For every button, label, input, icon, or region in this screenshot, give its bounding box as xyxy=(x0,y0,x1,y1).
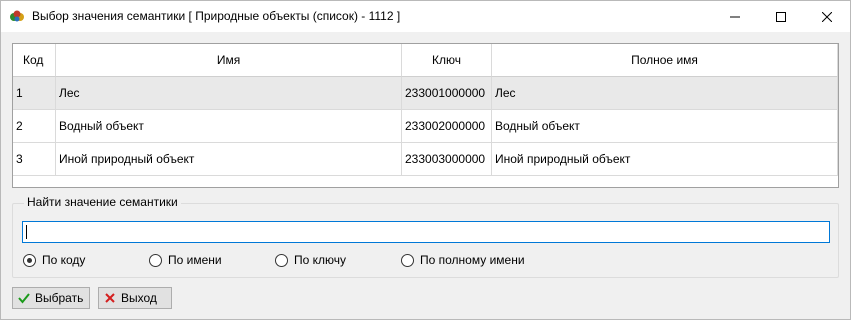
radio-label: По ключу xyxy=(294,253,347,267)
select-button-label: Выбрать xyxy=(35,291,84,305)
column-header-code[interactable]: Код xyxy=(13,44,56,77)
minimize-icon xyxy=(730,16,740,17)
cell-key: 233002000000 xyxy=(402,110,492,143)
cell-code: 1 xyxy=(13,77,56,110)
exit-button-label: Выход xyxy=(121,291,157,305)
cell-name: Лес xyxy=(56,77,402,110)
cell-full-name: Иной природный объект xyxy=(492,143,838,176)
text-caret xyxy=(26,225,27,239)
table-header: Код Имя Ключ Полное имя xyxy=(13,44,838,77)
table-row[interactable]: 3 Иной природный объект 233003000000 Ино… xyxy=(13,143,838,176)
search-group-legend: Найти значение семантики xyxy=(24,195,181,209)
column-header-name[interactable]: Имя xyxy=(56,44,402,77)
radio-by-code[interactable]: По коду xyxy=(23,252,85,268)
cell-name: Иной природный объект xyxy=(56,143,402,176)
app-icon xyxy=(9,8,25,24)
cell-full-name: Водный объект xyxy=(492,110,838,143)
cell-name: Водный объект xyxy=(56,110,402,143)
radio-by-name[interactable]: По имени xyxy=(149,252,222,268)
radio-by-key[interactable]: По ключу xyxy=(275,252,346,268)
column-header-key[interactable]: Ключ xyxy=(402,44,492,77)
radio-label: По коду xyxy=(42,253,86,267)
cell-code: 3 xyxy=(13,143,56,176)
search-input[interactable] xyxy=(22,221,830,243)
radio-label: По полному имени xyxy=(420,253,525,267)
close-button[interactable] xyxy=(804,1,850,32)
cell-key: 233001000000 xyxy=(402,77,492,110)
cell-code: 2 xyxy=(13,110,56,143)
radio-indicator xyxy=(401,253,414,267)
select-button[interactable]: Выбрать xyxy=(12,287,90,309)
maximize-button[interactable] xyxy=(758,1,804,32)
radio-indicator xyxy=(275,253,288,267)
cell-key: 233003000000 xyxy=(402,143,492,176)
table-row[interactable]: 2 Водный объект 233002000000 Водный объе… xyxy=(13,110,838,143)
radio-indicator xyxy=(23,253,36,267)
cell-full-name: Лес xyxy=(492,77,838,110)
minimize-button[interactable] xyxy=(712,1,758,32)
table-row[interactable]: 1 Лес 233001000000 Лес xyxy=(13,77,838,110)
column-header-full-name[interactable]: Полное имя xyxy=(492,44,838,77)
radio-by-full-name[interactable]: По полному имени xyxy=(401,252,525,268)
close-icon xyxy=(822,11,832,22)
semantics-table[interactable]: Код Имя Ключ Полное имя 1 Лес 2330010000… xyxy=(12,43,839,188)
maximize-icon xyxy=(776,11,786,22)
radio-label: По имени xyxy=(168,253,222,267)
window-title: Выбор значения семантики [ Природные объ… xyxy=(32,9,401,23)
cross-icon xyxy=(105,293,115,303)
dialog-window: Выбор значения семантики [ Природные объ… xyxy=(0,0,851,320)
title-bar[interactable]: Выбор значения семантики [ Природные объ… xyxy=(1,1,850,32)
checkmark-icon xyxy=(18,293,30,304)
exit-button[interactable]: Выход xyxy=(98,287,172,309)
radio-indicator xyxy=(149,253,162,267)
